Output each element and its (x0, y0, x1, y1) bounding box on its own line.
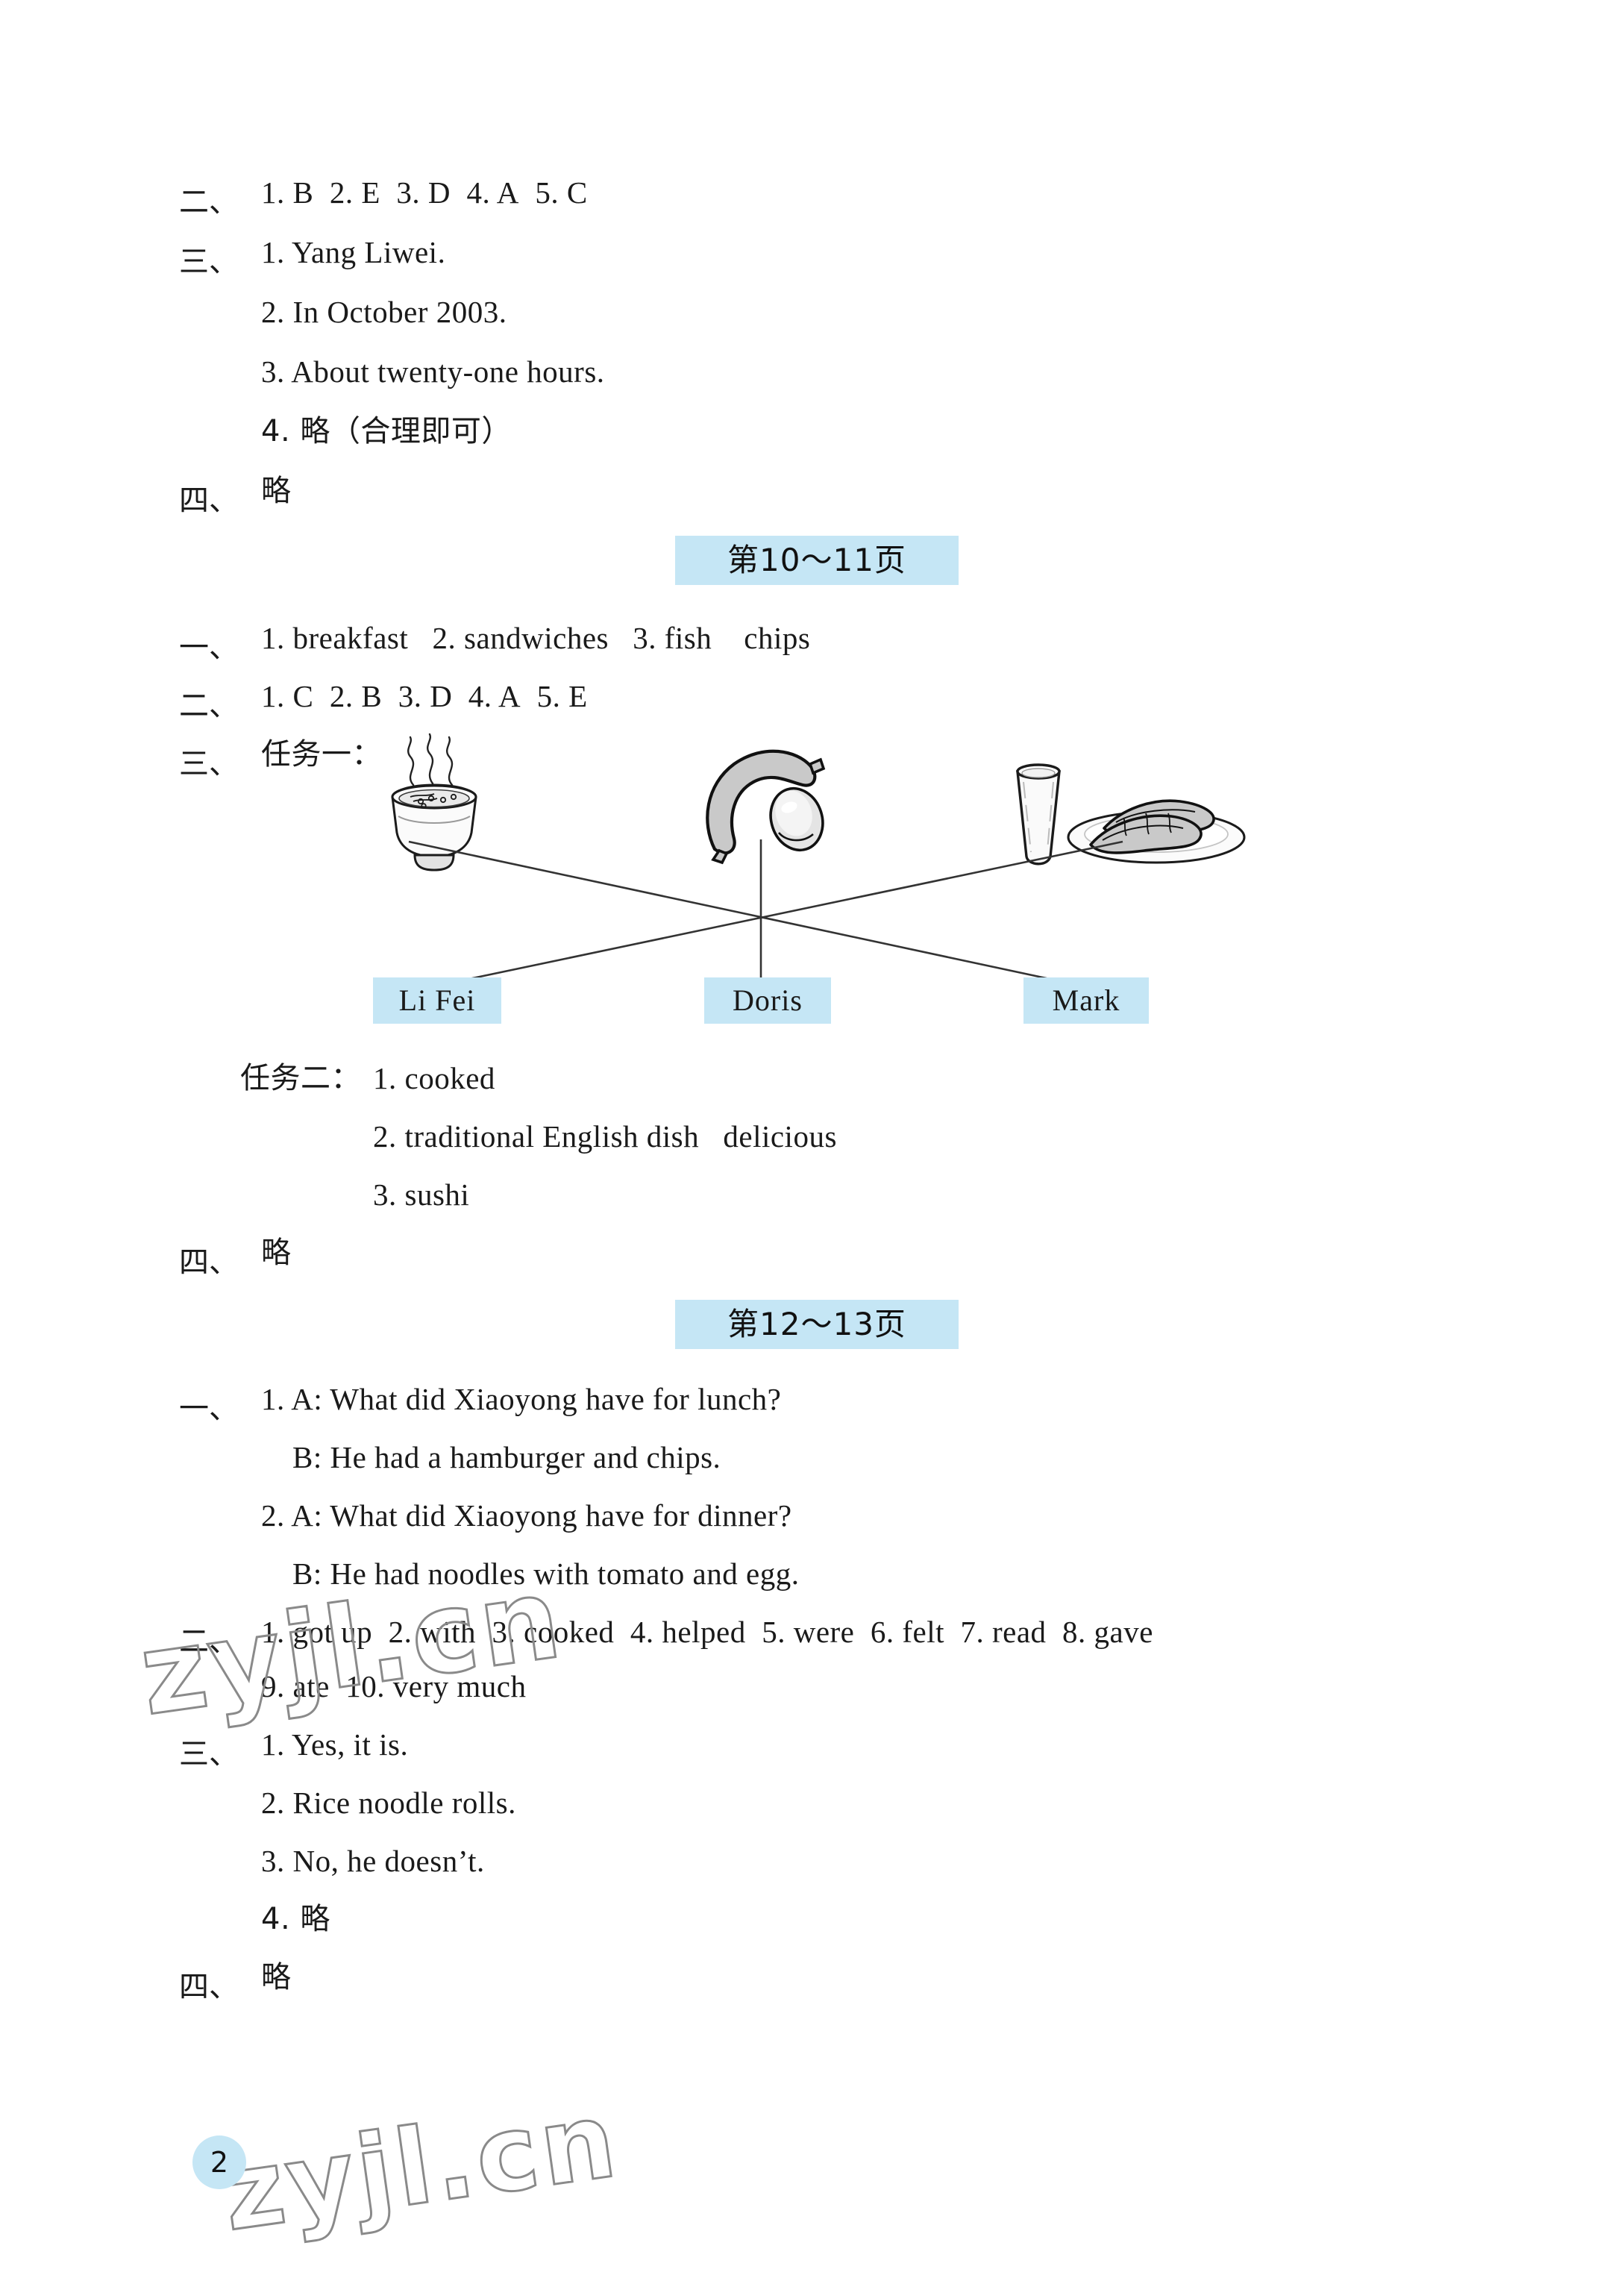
b1011-section-marker-2: 二、 (179, 689, 239, 723)
b1011-section-marker-4: 四、 (179, 1245, 239, 1280)
section-3-line-4: 4. 略（合理即可） (261, 414, 512, 448)
b1011-section-4-answer: 略 (261, 1236, 292, 1270)
name-box-li-fei[interactable]: Li Fei (373, 977, 501, 1024)
b1213-section-1-line-3: 2. A: What did Xiaoyong have for dinner? (261, 1498, 792, 1533)
section-3-line-3: 3. About twenty-one hours. (261, 354, 605, 389)
match-line-milk-to-lifei (447, 840, 1123, 985)
site-watermark-middle: zyjl.cn (131, 1552, 571, 1742)
b1213-section-1-line-1: 1. A: What did Xiaoyong have for lunch? (261, 1382, 782, 1416)
section-3-line-1: 1. Yang Liwei. (261, 235, 446, 269)
noodle-soup-bowl-icon (391, 733, 477, 872)
b1011-task-2-label: 任务二： (240, 1061, 361, 1095)
site-watermark-bottom: zyjl.cn (214, 2078, 627, 2256)
page-number-badge: 2 (192, 2135, 246, 2189)
b1011-task-2-line-3: 3. sushi (373, 1177, 470, 1212)
b1011-task-2-line-2: 2. traditional English dish delicious (373, 1119, 837, 1154)
b1213-section-marker-3: 三、 (179, 1737, 239, 1771)
b1213-section-3-line-2: 2. Rice noodle rolls. (261, 1786, 516, 1820)
section-3-line-2: 2. In October 2003. (261, 295, 507, 329)
b1011-task-1-label: 任务一： (261, 737, 382, 772)
b1011-section-marker-3: 三、 (179, 747, 239, 781)
b1011-section-1-answers: 1. breakfast 2. sandwiches 3. fish chips (261, 621, 811, 655)
b1213-section-marker-1: 一、 (179, 1392, 239, 1426)
b1213-section-1-line-2: B: He had a hamburger and chips. (292, 1440, 721, 1474)
page-range-header-10-11: 第10～11页 (675, 536, 959, 585)
b1213-section-3-line-3: 3. No, he doesn’t. (261, 1844, 485, 1878)
answer-key-page: 二、 1. B 2. E 3. D 4. A 5. C 三、 1. Yang L… (0, 0, 1624, 2278)
b1213-section-3-line-1: 1. Yes, it is. (261, 1727, 409, 1762)
b1011-section-marker-1: 一、 (179, 630, 239, 665)
name-box-doris[interactable]: Doris (704, 977, 831, 1024)
match-line-soup-to-mark (408, 840, 1071, 985)
b1213-section-3-line-4: 4. 略 (261, 1902, 330, 1936)
section-2-answers: 1. B 2. E 3. D 4. A 5. C (261, 175, 588, 210)
name-box-mark[interactable]: Mark (1023, 977, 1149, 1024)
b1011-task-2-line-1: 1. cooked (373, 1061, 495, 1095)
section-marker-2: 二、 (179, 185, 239, 219)
page-range-header-12-13: 第12～13页 (675, 1300, 959, 1349)
b1011-section-2-answers: 1. C 2. B 3. D 4. A 5. E (261, 679, 588, 713)
section-4-answer: 略 (261, 474, 292, 508)
section-marker-3: 三、 (179, 245, 239, 279)
sausage-and-egg-icon (706, 749, 826, 865)
milk-and-youtiao-icon (1016, 763, 1246, 866)
b1213-section-4-answer: 略 (261, 1960, 292, 1994)
b1213-section-marker-4: 四、 (179, 1970, 239, 2004)
section-marker-4: 四、 (179, 484, 239, 518)
